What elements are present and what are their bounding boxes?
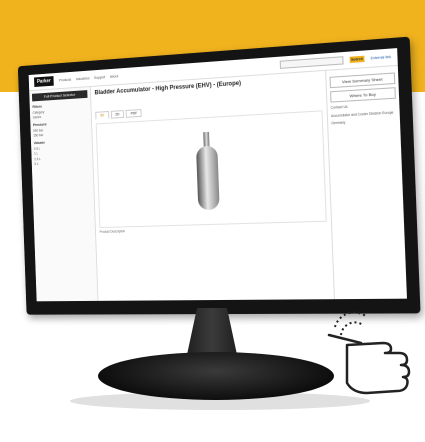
nav-item[interactable]: Support <box>94 75 105 80</box>
sidebar-item[interactable]: 5 L <box>34 160 89 166</box>
monitor-stand-base <box>98 352 334 400</box>
3d-viewer[interactable] <box>95 110 327 229</box>
tab-pdf[interactable]: PDF <box>125 108 143 118</box>
accumulator-image <box>195 131 220 214</box>
tab-2d[interactable]: 2D <box>110 110 125 119</box>
parker-logo[interactable]: Parker <box>34 76 54 87</box>
contact-line: Germany <box>331 120 346 126</box>
sidebar-header[interactable]: Full Product Selector <box>31 90 88 102</box>
where-to-buy-button[interactable]: Where To Buy <box>330 87 396 103</box>
nav-item[interactable]: Products <box>59 78 71 83</box>
external-link[interactable]: External link <box>371 55 391 61</box>
main-content: Bladder Accumulator - High Pressure (EHV… <box>91 71 334 301</box>
nav-item[interactable]: Industries <box>76 76 90 81</box>
contact-title: Contact Us <box>330 104 348 110</box>
right-panel: View Summary Sheet Where To Buy Contact … <box>325 65 407 300</box>
sidebar: Full Product Selector Filters Category S… <box>29 86 99 302</box>
contact-line: Accumulator and Cooler Division Europe <box>330 109 394 118</box>
nav-item[interactable]: About <box>110 74 119 78</box>
page-body: Full Product Selector Filters Category S… <box>29 65 407 302</box>
accumulator-shell <box>195 145 220 211</box>
tab-3d[interactable]: 3D <box>95 111 109 120</box>
main-nav: Products Industries Support About <box>59 74 118 82</box>
monitor: Parker Products Industries Support About… <box>17 36 421 315</box>
view-summary-button[interactable]: View Summary Sheet <box>329 72 396 89</box>
search-button[interactable]: Search <box>349 55 365 63</box>
search-input[interactable] <box>279 56 344 69</box>
pointing-hand-icon <box>327 305 423 401</box>
monitor-screen: Parker Products Industries Support About… <box>28 48 407 302</box>
